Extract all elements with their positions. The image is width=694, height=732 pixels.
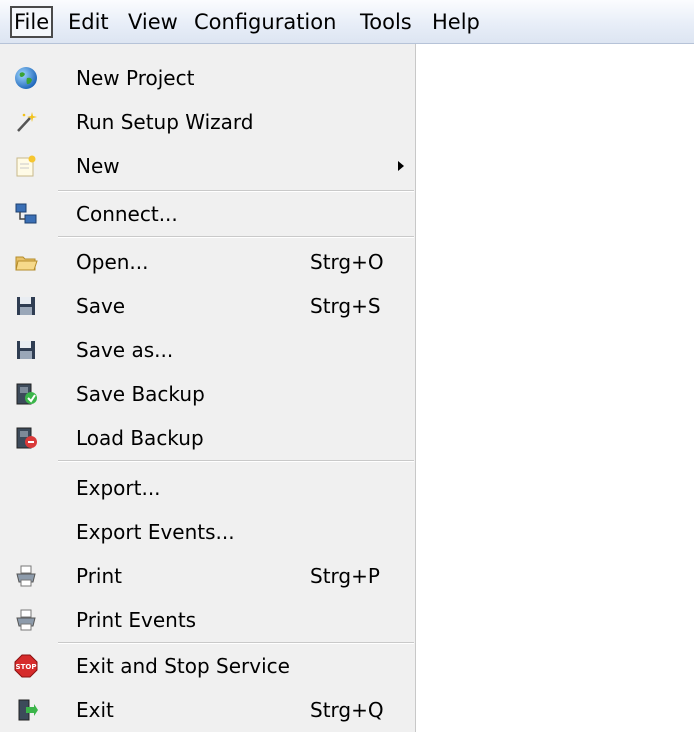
menu-item-label: Load Backup — [76, 426, 204, 450]
menu-item-label: Print Events — [76, 608, 197, 632]
menu-separator — [58, 236, 414, 238]
menu-item-save[interactable]: Save Strg+S — [0, 284, 414, 328]
printer-icon — [14, 608, 38, 632]
menu-item-print-events[interactable]: Print Events — [0, 598, 414, 642]
save-backup-icon — [14, 382, 38, 406]
menu-item-new[interactable]: New — [0, 144, 414, 188]
menu-separator — [58, 460, 414, 462]
menu-item-label: Exit — [76, 698, 114, 722]
menu-item-open[interactable]: Open... Strg+O — [0, 240, 414, 284]
menu-item-label: New — [76, 154, 120, 178]
menu-item-label: Save as... — [76, 338, 174, 362]
shortcut-label: Strg+O — [310, 250, 384, 274]
menu-item-label: Run Setup Wizard — [76, 110, 254, 134]
menu-item-label: Save — [76, 294, 126, 318]
menu-item-label: Exit and Stop Service — [76, 654, 290, 678]
file-dropdown-menu: New Project Run Setup Wizard New Connect… — [0, 44, 416, 732]
wizard-wand-icon — [14, 110, 38, 134]
floppy-disk-icon — [14, 294, 38, 318]
network-connect-icon — [14, 202, 38, 226]
menu-item-label: New Project — [76, 66, 195, 90]
menu-item-label: Export... — [76, 476, 161, 500]
menu-item-connect[interactable]: Connect... — [0, 192, 414, 236]
open-folder-icon — [14, 250, 38, 274]
menu-item-exit[interactable]: Exit Strg+Q — [0, 688, 414, 732]
shortcut-label: Strg+P — [310, 564, 380, 588]
submenu-arrow-icon — [398, 161, 404, 171]
menu-file[interactable]: File — [10, 6, 54, 38]
svg-text:STOP: STOP — [16, 663, 37, 671]
menu-item-export-events[interactable]: Export Events... — [0, 510, 414, 554]
menu-item-label: Print — [76, 564, 123, 588]
new-document-icon — [14, 154, 38, 178]
menu-item-new-project[interactable]: New Project — [0, 56, 414, 100]
load-backup-icon — [14, 426, 38, 450]
menu-item-save-backup[interactable]: Save Backup — [0, 372, 414, 416]
menu-item-run-setup-wizard[interactable]: Run Setup Wizard — [0, 100, 414, 144]
stop-sign-icon: STOP — [14, 654, 38, 678]
shortcut-label: Strg+S — [310, 294, 381, 318]
shortcut-label: Strg+Q — [310, 698, 384, 722]
menu-edit[interactable]: Edit — [68, 8, 109, 36]
globe-icon — [14, 66, 38, 90]
menu-help[interactable]: Help — [432, 8, 480, 36]
printer-icon — [14, 564, 38, 588]
menu-item-load-backup[interactable]: Load Backup — [0, 416, 414, 460]
menu-item-save-as[interactable]: Save as... — [0, 328, 414, 372]
menu-tools[interactable]: Tools — [360, 8, 412, 36]
menu-configuration[interactable]: Configuration — [194, 8, 336, 36]
menu-view[interactable]: View — [128, 8, 178, 36]
menu-item-label: Save Backup — [76, 382, 205, 406]
menu-item-label: Export Events... — [76, 520, 235, 544]
menu-bar: File Edit View Configuration Tools Help — [0, 0, 694, 44]
menu-item-print[interactable]: Print Strg+P — [0, 554, 414, 598]
menu-item-exit-and-stop-service[interactable]: STOP Exit and Stop Service — [0, 644, 414, 688]
menu-item-label: Open... — [76, 250, 149, 274]
exit-door-icon — [14, 698, 38, 722]
menu-item-export[interactable]: Export... — [0, 466, 414, 510]
menu-item-label: Connect... — [76, 202, 178, 226]
floppy-disk-icon — [14, 338, 38, 362]
